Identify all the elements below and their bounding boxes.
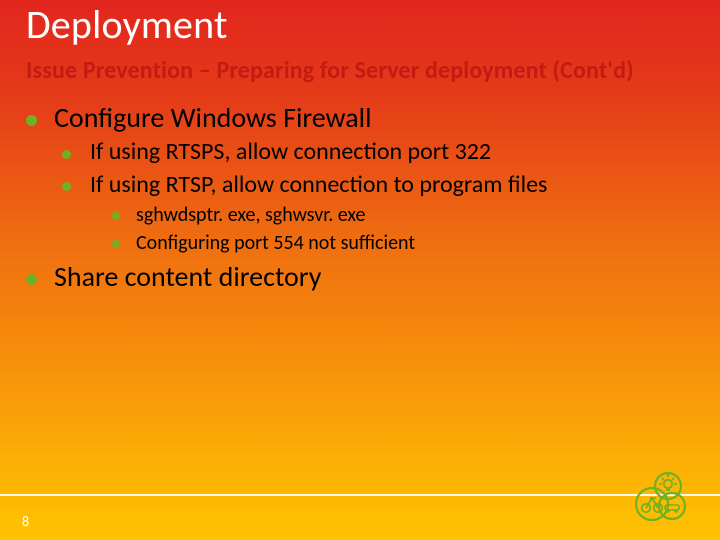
bullet-text: sghwdsptr. exe, sghwsvr. exe [136,203,366,227]
bullet-text: Share content directory [54,259,321,294]
bullet-icon [112,212,120,220]
bullet-icon [62,182,71,191]
bullet-text: If using RTSPS, allow connection port 32… [90,137,491,166]
bullet-lvl2: If using RTSPS, allow connection port 32… [62,138,696,166]
bullet-icon [26,274,37,285]
bullet-icon [26,115,37,126]
slide-content: Configure Windows Firewall If using RTSP… [26,100,696,293]
bullet-lvl1: Share content directory [26,261,696,293]
slide: Deployment Issue Prevention – Preparing … [0,0,720,540]
bullet-lvl1: Configure Windows Firewall [26,102,696,134]
slide-subtitle: Issue Prevention – Preparing for Server … [26,56,634,85]
bullet-text: Configure Windows Firewall [54,100,372,135]
bullet-text: If using RTSP, allow connection to progr… [90,170,547,199]
bullet-lvl3: Configuring port 554 not sufficient [112,231,696,255]
bullet-lvl2: If using RTSP, allow connection to progr… [62,171,696,199]
bullet-icon [62,150,71,159]
footer-divider [0,494,720,496]
bullet-icon [112,240,120,248]
page-number: 8 [22,513,29,530]
bullet-lvl3: sghwdsptr. exe, sghwsvr. exe [112,203,696,227]
bullet-text: Configuring port 554 not sufficient [136,231,415,255]
slide-title: Deployment [26,0,228,49]
corner-badge-icon [626,462,696,532]
